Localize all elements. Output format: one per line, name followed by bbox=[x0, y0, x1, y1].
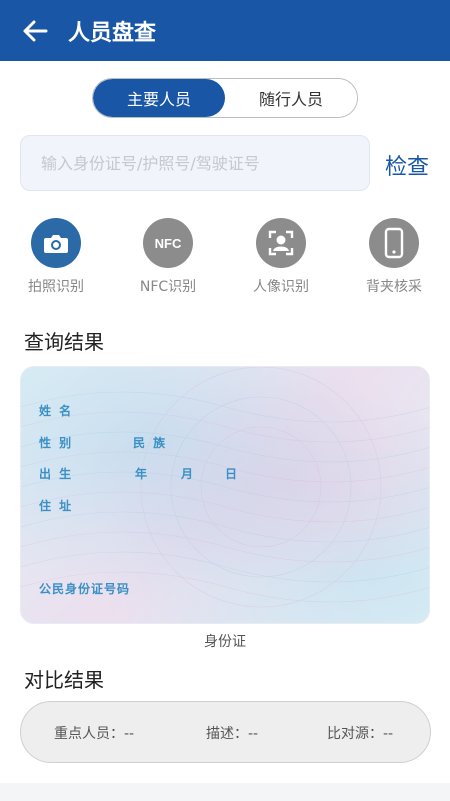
tool-label: 背夹核采 bbox=[366, 279, 422, 295]
tool-label: 拍照识别 bbox=[28, 279, 84, 295]
card-address-label: 住 址 bbox=[39, 499, 74, 513]
id-card-image: 姓 名 性 别 民 族 出 生 年 月 日 住 址 公民身份证号码 bbox=[20, 366, 430, 624]
phone-icon bbox=[384, 227, 404, 259]
compare-description: 描述：-- bbox=[206, 726, 259, 742]
arrow-left-icon bbox=[23, 20, 48, 41]
tab-accompanying-person[interactable]: 随行人员 bbox=[225, 79, 357, 117]
card-birth-label: 出 生 bbox=[39, 467, 74, 481]
tool-label: NFC识别 bbox=[139, 279, 197, 295]
compare-result-box: 重点人员：-- 描述：-- 比对源：-- bbox=[20, 701, 431, 763]
search-box bbox=[20, 135, 370, 191]
person-type-tabs: 主要人员 随行人员 bbox=[92, 78, 358, 118]
nfc-icon: NFC bbox=[154, 235, 182, 251]
card-name-label: 姓 名 bbox=[39, 404, 74, 418]
main-content: 主要人员 随行人员 检查 拍照识别 NFC NFC识别 bbox=[0, 61, 450, 783]
tool-circle bbox=[256, 218, 306, 268]
page-title: 人员盘查 bbox=[68, 20, 157, 46]
card-year-label: 年 bbox=[135, 467, 150, 481]
id-number-input[interactable] bbox=[21, 136, 369, 190]
compare-result-title: 对比结果 bbox=[24, 668, 104, 692]
face-scan-icon bbox=[268, 230, 294, 256]
tool-label: 人像识别 bbox=[253, 279, 309, 295]
app-header: 人员盘查 bbox=[0, 0, 450, 61]
card-day-label: 日 bbox=[225, 467, 240, 481]
tool-face-recognition[interactable]: 人像识别 bbox=[231, 218, 331, 296]
tool-circle bbox=[31, 218, 81, 268]
compare-source: 比对源：-- bbox=[327, 726, 394, 742]
tool-nfc-recognition[interactable]: NFC NFC识别 bbox=[118, 218, 218, 296]
compare-key-person: 重点人员：-- bbox=[54, 726, 135, 742]
tab-main-person[interactable]: 主要人员 bbox=[93, 79, 225, 117]
card-ethnicity-label: 民 族 bbox=[133, 436, 168, 450]
tool-back-clip-capture[interactable]: 背夹核采 bbox=[344, 218, 444, 296]
tool-circle bbox=[369, 218, 419, 268]
card-id-number-label: 公民身份证号码 bbox=[39, 582, 131, 596]
camera-icon bbox=[44, 235, 68, 253]
card-caption: 身份证 bbox=[204, 634, 246, 650]
check-button[interactable]: 检查 bbox=[385, 149, 429, 181]
card-month-label: 月 bbox=[181, 467, 196, 481]
back-button[interactable] bbox=[10, 0, 60, 61]
tool-circle: NFC bbox=[143, 218, 193, 268]
recognition-tools: 拍照识别 NFC NFC识别 人像识别 背夹核采 bbox=[0, 218, 450, 298]
tool-photo-recognition[interactable]: 拍照识别 bbox=[6, 218, 106, 296]
query-result-title: 查询结果 bbox=[24, 330, 104, 354]
card-sex-label: 性 别 bbox=[39, 436, 74, 450]
